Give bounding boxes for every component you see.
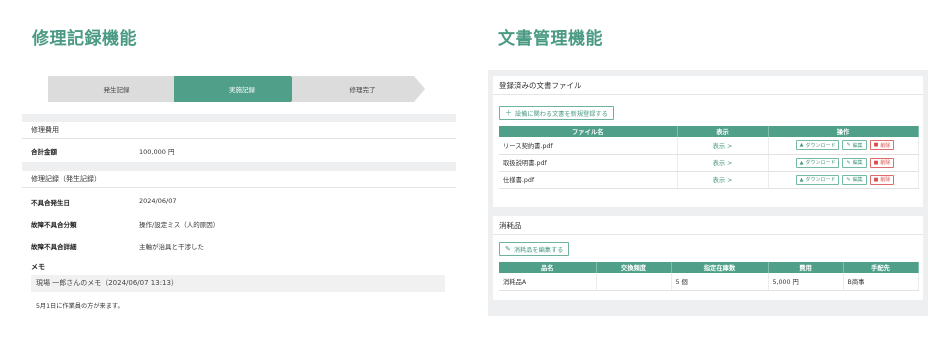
pencil-icon: ✎ bbox=[505, 245, 511, 253]
column-header-view: 表示 bbox=[677, 126, 769, 137]
table-row: 消耗品A 5 個 5,000 円 B商事 bbox=[499, 273, 919, 291]
edit-label: 編集 bbox=[852, 160, 863, 166]
delete-label: 削除 bbox=[880, 142, 891, 149]
registered-documents-title: 登録済みの文書ファイル bbox=[493, 76, 923, 95]
column-header-stock: 指定在庫数 bbox=[671, 262, 769, 273]
table-header-row: 品名 交換頻度 指定在庫数 費用 手配先 bbox=[499, 262, 919, 273]
column-header-item-name: 品名 bbox=[499, 262, 597, 273]
repair-cost-card: 修理費用 合計金額 100,000 円 bbox=[22, 122, 456, 162]
field-label: 故障不具合詳細 bbox=[31, 243, 77, 251]
show-link[interactable]: 表示 > bbox=[713, 177, 733, 184]
field-label: 不具合発生日 bbox=[31, 199, 70, 207]
repair-record-panel: 発生記録 実施記録 修理完了 修理費用 合計金額 100,000 円 修理記録（… bbox=[22, 70, 456, 318]
show-link[interactable]: 表示 > bbox=[713, 160, 733, 167]
edit-label: 編集 bbox=[852, 142, 863, 149]
column-header-cost: 費用 bbox=[768, 262, 844, 273]
repair-record-feature-heading: 修理記録機能 bbox=[32, 29, 137, 49]
table-row: 仕様書.pdf 表示 > ▲ ダウンロード ✎ 編集 ■ 削除 bbox=[499, 171, 919, 189]
consumables-table: 品名 交換頻度 指定在庫数 費用 手配先 消耗品A 5 個 5,000 円 B商… bbox=[499, 262, 919, 291]
add-document-button[interactable]: ＋ 設備に関わる文書を新規登録する bbox=[499, 106, 614, 120]
step-repair-complete[interactable]: 修理完了 bbox=[292, 76, 425, 102]
download-button[interactable]: ▲ ダウンロード bbox=[795, 157, 840, 168]
download-label: ダウンロード bbox=[805, 177, 836, 183]
delete-button[interactable]: ■ 削除 bbox=[869, 157, 895, 168]
table-row: リース契約書.pdf 表示 > ▲ ダウンロード ✎ 編集 ■ 削除 bbox=[499, 137, 919, 155]
edit-button[interactable]: ✎ 編集 bbox=[842, 140, 867, 151]
column-header-actions: 操作 bbox=[768, 126, 919, 137]
total-amount-value: 100,000 円 bbox=[139, 148, 175, 156]
edit-consumables-button[interactable]: ✎ 消耗品を編集する bbox=[499, 242, 570, 256]
documents-table: ファイル名 表示 操作 リース契約書.pdf 表示 > ▲ ダウンロード ✎ 編集 … bbox=[499, 126, 919, 189]
step-implementation-record[interactable]: 実施記録 bbox=[174, 76, 302, 102]
column-header-filename: ファイル名 bbox=[499, 126, 678, 137]
field-value: 操作/設定ミス（人的原因） bbox=[139, 221, 220, 229]
pencil-icon: ✎ bbox=[846, 159, 851, 166]
delete-label: 削除 bbox=[880, 177, 891, 183]
edit-button[interactable]: ✎ 編集 bbox=[842, 174, 867, 185]
trash-icon: ■ bbox=[873, 159, 879, 166]
file-name: リース契約書.pdf bbox=[499, 137, 678, 155]
file-name: 仕様書.pdf bbox=[499, 171, 678, 189]
download-button[interactable]: ▲ ダウンロード bbox=[795, 140, 840, 151]
plus-icon: ＋ bbox=[505, 109, 512, 117]
download-icon: ▲ bbox=[799, 142, 804, 149]
memo-header: 現場 一郎さんのメモ（2024/06/07 13:13） bbox=[31, 275, 445, 292]
edit-consumables-label: 消耗品を編集する bbox=[513, 246, 564, 254]
step-occurrence-record[interactable]: 発生記録 bbox=[48, 76, 185, 102]
repair-record-title: 修理記録（発生記録） bbox=[22, 171, 456, 188]
column-header-supplier: 手配先 bbox=[843, 262, 919, 273]
show-link[interactable]: 表示 > bbox=[713, 143, 733, 150]
consumables-card: 消耗品 ✎ 消耗品を編集する 品名 交換頻度 指定在庫数 費用 手配先 消耗品A bbox=[493, 216, 923, 300]
column-header-frequency: 交換頻度 bbox=[596, 262, 672, 273]
item-cost: 5,000 円 bbox=[768, 273, 844, 291]
memo-label: メモ bbox=[31, 263, 45, 271]
field-value: 主軸が治具と干渉した bbox=[139, 243, 204, 251]
table-header-row: ファイル名 表示 操作 bbox=[499, 126, 919, 137]
add-document-label: 設備に関わる文書を新規登録する bbox=[515, 110, 608, 118]
delete-button[interactable]: ■ 削除 bbox=[869, 174, 895, 185]
repair-record-card: 修理記録（発生記録） 不具合発生日 2024/06/07 故障不具合分類 操作/… bbox=[22, 171, 456, 318]
delete-label: 削除 bbox=[880, 160, 891, 166]
item-supplier: B商事 bbox=[843, 273, 919, 291]
pencil-icon: ✎ bbox=[846, 142, 851, 149]
consumables-title: 消耗品 bbox=[493, 216, 923, 235]
file-name: 取扱説明書.pdf bbox=[499, 154, 678, 172]
edit-label: 編集 bbox=[852, 177, 863, 183]
item-stock: 5 個 bbox=[671, 273, 769, 291]
trash-icon: ■ bbox=[873, 176, 879, 183]
registered-documents-card: 登録済みの文書ファイル ＋ 設備に関わる文書を新規登録する ファイル名 表示 操… bbox=[493, 76, 923, 207]
item-name: 消耗品A bbox=[499, 273, 597, 291]
pencil-icon: ✎ bbox=[846, 176, 851, 183]
download-icon: ▲ bbox=[799, 159, 804, 166]
delete-button[interactable]: ■ 削除 bbox=[869, 140, 895, 151]
progress-stepper: 発生記録 実施記録 修理完了 bbox=[22, 70, 456, 114]
download-label: ダウンロード bbox=[805, 142, 836, 149]
download-button[interactable]: ▲ ダウンロード bbox=[795, 174, 840, 185]
document-management-feature-heading: 文書管理機能 bbox=[498, 29, 603, 49]
repair-cost-title: 修理費用 bbox=[22, 122, 456, 139]
trash-icon: ■ bbox=[873, 142, 879, 149]
total-amount-label: 合計金額 bbox=[31, 148, 57, 156]
table-row: 取扱説明書.pdf 表示 > ▲ ダウンロード ✎ 編集 ■ 削除 bbox=[499, 154, 919, 172]
field-label: 故障不具合分類 bbox=[31, 221, 77, 229]
download-label: ダウンロード bbox=[805, 160, 836, 166]
download-icon: ▲ bbox=[799, 176, 804, 183]
field-value: 2024/06/07 bbox=[139, 197, 177, 205]
edit-button[interactable]: ✎ 編集 bbox=[842, 157, 867, 168]
document-management-panel: 登録済みの文書ファイル ＋ 設備に関わる文書を新規登録する ファイル名 表示 操… bbox=[488, 70, 928, 316]
item-frequency bbox=[596, 273, 672, 291]
memo-body: 5月1日に作業員の方が来ます。 bbox=[36, 303, 124, 310]
